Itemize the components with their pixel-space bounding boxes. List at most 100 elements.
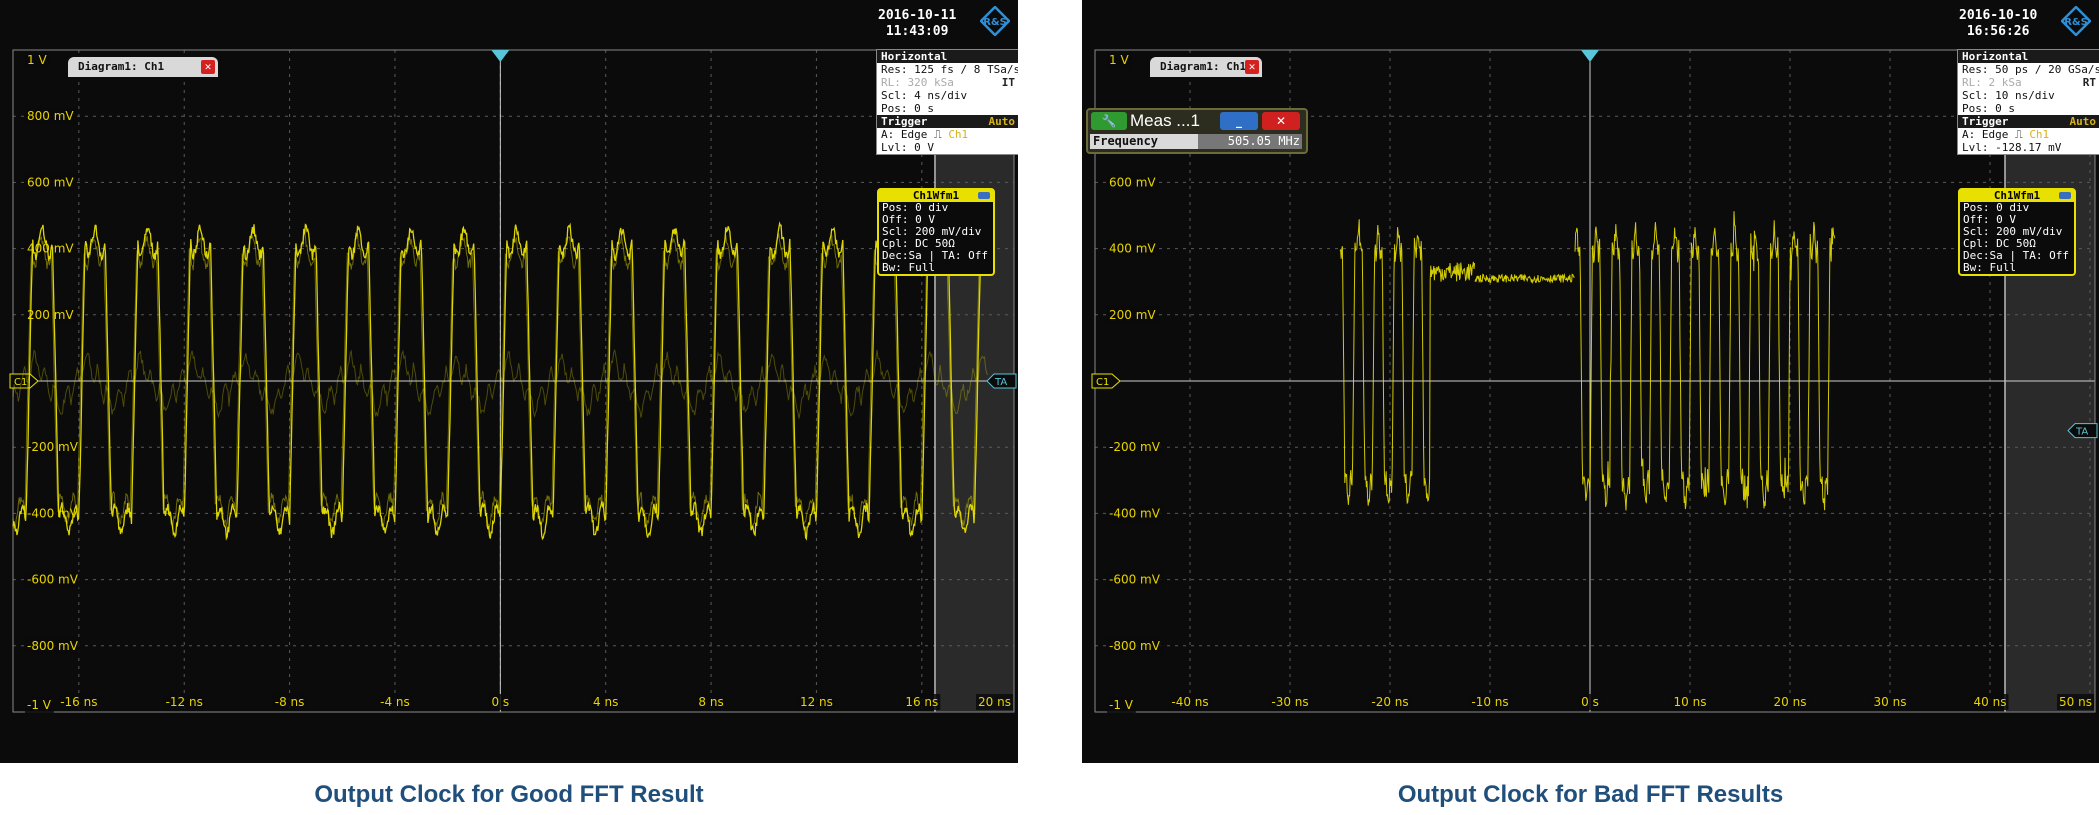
trigger-position-icon[interactable] [491, 50, 510, 62]
horizontal-rl-flag: IT [1001, 76, 1015, 89]
trigger-mode: Auto [988, 115, 1016, 128]
trigger-edge: A: Edge [1962, 128, 2009, 141]
trigger-mode: Auto [2069, 115, 2097, 128]
tick-label: -20 ns [1371, 695, 1408, 709]
rohde-schwarz-logo-icon: R&S [980, 6, 1010, 36]
timestamp-time: 16:56:26 [1966, 24, 2030, 39]
horizontal-rl-flag: RT [2082, 76, 2096, 89]
waveform-info-box[interactable]: Ch1Wfm1 Pos: 0 div Off: 0 V Scl: 200 mV/… [1958, 188, 2076, 276]
horizontal-scl: Scl: 4 ns/div [881, 89, 968, 102]
timestamp-date: 2016-10-11 [878, 8, 957, 23]
tick-label: -800 mV [27, 639, 79, 653]
trigger-title: Trigger [881, 115, 928, 128]
signal-trace [1574, 211, 1836, 511]
horizontal-rl: RL: 2 kSa RT [1958, 76, 2099, 89]
tick-label: 16 ns [905, 695, 938, 709]
close-icon[interactable]: ✕ [201, 60, 215, 74]
horizontal-scl: Scl: 10 ns/div [1962, 89, 2055, 102]
ta-marker[interactable]: TA [2067, 423, 2098, 439]
trigger-level: Lvl: 0 V [881, 141, 934, 154]
tick-label: 20 ns [1774, 695, 1807, 709]
ta-marker[interactable]: TA [986, 373, 1017, 389]
diagram-tab[interactable]: Diagram1: Ch1 ✕ [68, 57, 218, 77]
close-icon[interactable]: ✕ [1245, 60, 1259, 74]
tick-label: -4 ns [380, 695, 410, 709]
tick-label: 200 mV [1109, 308, 1156, 322]
trigger-title: Trigger [1962, 115, 2009, 128]
tick-label: 1 V [27, 53, 47, 67]
trigger-channel: Ch1 [2029, 128, 2050, 141]
measurement-row: Frequency 505.05 MHz [1090, 134, 1302, 149]
minimize-icon[interactable] [978, 192, 990, 199]
tick-label: 600 mV [27, 175, 74, 189]
signal-trace [1339, 219, 1421, 506]
ta-marker-label: TA [994, 377, 1007, 388]
measurement-window[interactable]: 🔧 Meas ...1 _ ✕ Frequency 505.05 MHz [1086, 108, 1308, 154]
tick-label: 600 mV [1109, 175, 1156, 189]
tick-label: 20 ns [978, 695, 1011, 709]
tick-label: 800 mV [27, 109, 74, 123]
horizontal-pos: Pos: 0 s [1962, 102, 2015, 115]
tick-label: -200 mV [27, 440, 79, 454]
waveform-title-label: Ch1Wfm1 [912, 189, 960, 202]
timestamp-date: 2016-10-10 [1959, 8, 2038, 23]
tick-label: 8 ns [698, 695, 723, 709]
caption-good: Output Clock for Good FFT Result [314, 781, 704, 808]
horizontal-pos: Pos: 0 s [881, 102, 934, 115]
tick-label: 30 ns [1874, 695, 1907, 709]
tick-label: -200 mV [1109, 440, 1161, 454]
horizontal-box[interactable]: Horizontal Res: 50 ps / 20 GSa/s RL: 2 k… [1957, 49, 2099, 155]
tick-label: -8 ns [275, 695, 305, 709]
waveform-info-box[interactable]: Ch1Wfm1 Pos: 0 div Off: 0 V Scl: 200 mV/… [877, 188, 995, 276]
tick-label: 0 s [1581, 695, 1599, 709]
signal-trace [1419, 240, 1476, 502]
tick-label: 4 ns [593, 695, 618, 709]
horizontal-rl-value: RL: 320 kSa [881, 76, 954, 89]
tick-label: 200 mV [27, 308, 74, 322]
svg-text:R&S: R&S [2064, 17, 2088, 28]
trigger-position-icon[interactable] [1581, 50, 1599, 62]
tick-label: -600 mV [1109, 573, 1161, 587]
close-button[interactable]: ✕ [1262, 112, 1300, 130]
tick-label: -400 mV [1109, 506, 1161, 520]
trigger-channel: Ch1 [948, 128, 969, 141]
edge-icon: ⎍ [2014, 128, 2023, 141]
horizontal-box[interactable]: Horizontal Res: 125 fs / 8 TSa/s RL: 320… [876, 49, 1018, 155]
tick-label: 10 ns [1674, 695, 1707, 709]
tick-label: 0 s [491, 695, 509, 709]
horizontal-rl-value: RL: 2 kSa [1962, 76, 2022, 89]
svg-text:R&S: R&S [983, 17, 1007, 28]
timestamp: 2016-10-10 16:56:26 [1959, 8, 2037, 40]
waveform-title-label: Ch1Wfm1 [1993, 189, 2041, 202]
waveform-title: Ch1Wfm1 [1960, 190, 2074, 202]
ta-marker-label: TA [2075, 427, 2088, 438]
tick-label: -30 ns [1271, 695, 1308, 709]
edge-icon: ⎍ [933, 128, 942, 141]
wrench-icon[interactable]: 🔧 [1091, 112, 1127, 130]
tick-label: -800 mV [1109, 639, 1161, 653]
diagram-tab[interactable]: Diagram1: Ch1 ✕ [1150, 57, 1262, 77]
tick-label: -12 ns [166, 695, 203, 709]
tick-label: -40 ns [1171, 695, 1208, 709]
trigger-edge: A: Edge [881, 128, 928, 141]
minimize-button[interactable]: _ [1220, 112, 1258, 130]
diagram-tab-label: Diagram1: Ch1 [1160, 60, 1247, 73]
measurement-value: 505.05 MHz [1198, 134, 1302, 149]
tick-label: 50 ns [2059, 695, 2092, 709]
timestamp-time: 11:43:09 [885, 24, 949, 39]
channel-marker[interactable]: C1 [1091, 373, 1121, 389]
horizontal-res: Res: 125 fs / 8 TSa/s [881, 63, 1018, 76]
trigger-level: Lvl: -128.17 mV [1962, 141, 2062, 154]
tick-label: 40 ns [1974, 695, 2007, 709]
tick-label: 1 V [1109, 53, 1129, 67]
trigger-title-row: Trigger Auto [877, 115, 1018, 128]
waveform-row: Bw: Full [882, 261, 935, 274]
minimize-icon[interactable] [2059, 192, 2071, 199]
measurement-label: Frequency [1093, 134, 1159, 148]
timestamp: 2016-10-11 11:43:09 [878, 8, 956, 40]
tick-label: -16 ns [60, 695, 97, 709]
trigger-title-row: Trigger Auto [1958, 115, 2099, 128]
tick-label: -1 V [1109, 698, 1134, 712]
horizontal-title: Horizontal [1958, 50, 2099, 63]
trigger-source: A: Edge ⎍ Ch1 [877, 128, 1018, 141]
